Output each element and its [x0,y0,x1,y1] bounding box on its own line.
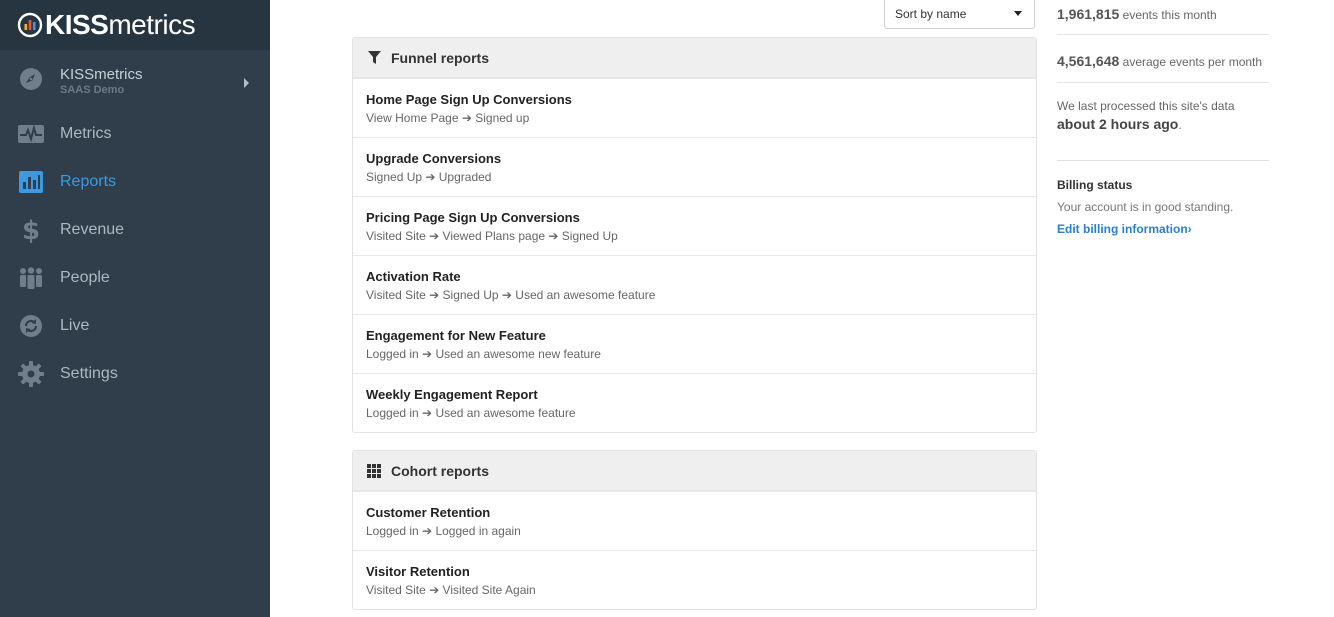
site-switcher[interactable]: KISSmetrics SAAS Demo [0,52,270,110]
billing-title: Billing status [1057,178,1133,192]
last-processed-suffix: . [1178,118,1182,132]
sidebar-item-label: Revenue [60,221,125,238]
account-summary: 1,961,815 events this month 4,561,648 av… [1057,0,1269,240]
sidebar: KISSmetrics KISSmetrics SAAS Demo Metric… [0,0,270,617]
sidebar-item-reports[interactable]: Reports [0,158,270,206]
report-row-engagement-for-new-feature[interactable]: Engagement for New Feature Logged in ➔ U… [353,314,1036,373]
report-title: Activation Rate [366,269,461,284]
site-name: KISSmetrics [60,66,143,83]
sidebar-item-revenue[interactable]: $ Revenue [0,206,270,254]
panel-title: Funnel reports [391,49,490,66]
grid-icon [367,463,381,478]
average-events-value: 4,561,648 [1057,53,1120,69]
report-title: Visitor Retention [366,564,470,579]
report-title: Upgrade Conversions [366,151,502,166]
report-title: Weekly Engagement Report [366,387,538,402]
report-row-upgrade-conversions[interactable]: Upgrade Conversions Signed Up ➔ Upgraded [353,137,1036,196]
events-this-month-value: 1,961,815 [1057,6,1120,22]
sidebar-nav: KISSmetrics SAAS Demo Metrics Reports $ … [0,52,270,398]
average-events-per-month: 4,561,648 average events per month [1057,35,1269,83]
billing-text: Your account is in good standing. [1057,200,1234,214]
people-icon [18,265,44,291]
sidebar-item-label: People [60,269,110,286]
last-processed-text: We last processed this site's data [1057,99,1235,113]
report-title: Home Page Sign Up Conversions [366,92,572,107]
report-steps: Visited Site ➔ Signed Up ➔ Used an aweso… [366,288,656,302]
report-steps: Signed Up ➔ Upgraded [366,170,492,184]
logo[interactable]: KISSmetrics [0,0,270,50]
dollar-icon: $ [18,217,44,243]
report-steps: Visited Site ➔ Visited Site Again [366,583,536,597]
report-row-visitor-retention[interactable]: Visitor Retention Visited Site ➔ Visited… [353,550,1036,609]
sidebar-item-metrics[interactable]: Metrics [0,110,270,158]
sort-dropdown[interactable]: Sort by name [884,0,1035,29]
report-row-activation-rate[interactable]: Activation Rate Visited Site ➔ Signed Up… [353,255,1036,314]
report-steps: Visited Site ➔ Viewed Plans page ➔ Signe… [366,229,618,243]
site-subtitle: SAAS Demo [60,84,125,96]
report-steps: Logged in ➔ Used an awesome feature [366,406,576,420]
sidebar-item-live[interactable]: Live [0,302,270,350]
report-steps: Logged in ➔ Used an awesome new feature [366,347,601,361]
cohort-reports-panel: Cohort reports Customer Retention Logged… [352,450,1037,610]
filter-icon [367,51,381,65]
report-row-pricing-page-sign-up-conversions[interactable]: Pricing Page Sign Up Conversions Visited… [353,196,1036,255]
funnel-reports-header: Funnel reports [353,38,1036,78]
edit-billing-link[interactable]: Edit billing information› [1057,222,1192,236]
report-steps: Logged in ➔ Logged in again [366,524,521,538]
compass-icon [18,66,44,97]
pulse-icon [18,121,44,147]
bar-chart-icon [18,169,44,195]
refresh-icon [18,313,44,339]
sort-dropdown-value: Sort by name [895,7,967,21]
caret-down-icon [1014,11,1022,16]
gear-icon [18,361,44,387]
panel-title: Cohort reports [391,462,489,479]
caret-right-icon [244,78,249,88]
report-row-home-page-sign-up-conversions[interactable]: Home Page Sign Up Conversions View Home … [353,78,1036,137]
report-steps: View Home Page ➔ Signed up [366,111,530,125]
sidebar-item-people[interactable]: People [0,254,270,302]
funnel-reports-panel: Funnel reports Home Page Sign Up Convers… [352,37,1037,433]
svg-text:$: $ [22,217,40,243]
report-row-weekly-engagement-report[interactable]: Weekly Engagement Report Logged in ➔ Use… [353,373,1036,432]
report-title: Customer Retention [366,505,491,520]
report-title: Pricing Page Sign Up Conversions [366,210,580,225]
sidebar-item-label: Metrics [60,125,112,142]
cohort-reports-header: Cohort reports [353,451,1036,491]
kissmetrics-logo-icon [17,12,43,38]
last-processed-time: about 2 hours ago [1057,116,1179,132]
sidebar-item-settings[interactable]: Settings [0,350,270,398]
sidebar-item-label: Settings [60,365,118,382]
billing-status: Billing status Your account is in good s… [1057,161,1269,240]
events-this-month: 1,961,815 events this month [1057,0,1269,35]
report-title: Engagement for New Feature [366,328,546,343]
brand-name: KISSmetrics [45,9,196,40]
average-events-label: average events per month [1122,55,1263,69]
events-this-month-label: events this month [1122,8,1217,22]
report-row-customer-retention[interactable]: Customer Retention Logged in ➔ Logged in… [353,491,1036,550]
sidebar-item-label: Live [60,317,90,334]
sidebar-item-label: Reports [60,173,117,190]
last-processed: We last processed this site's data about… [1057,83,1269,161]
